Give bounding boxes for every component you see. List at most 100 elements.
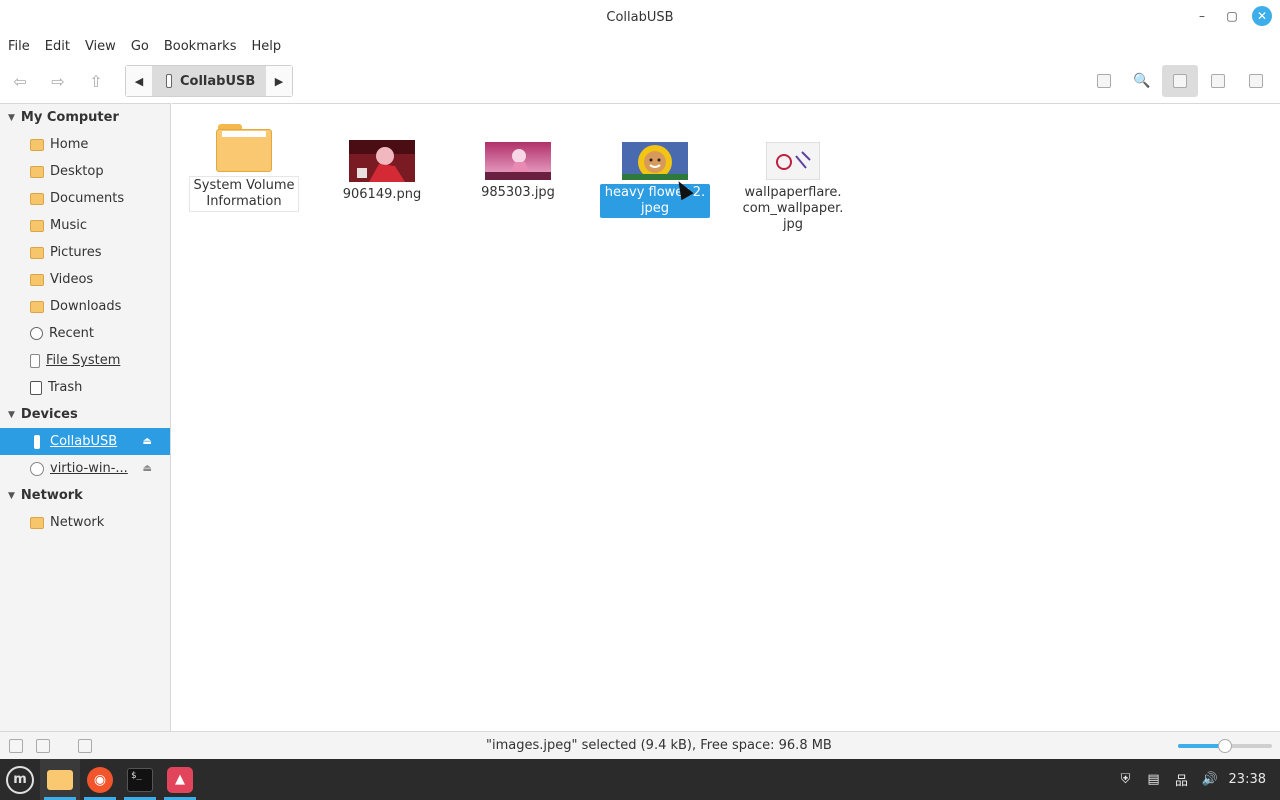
start-menu-button[interactable]: m: [0, 759, 40, 800]
sidebar-item-videos[interactable]: Videos: [0, 266, 170, 293]
usb-drive-icon: [34, 434, 40, 449]
menu-go[interactable]: Go: [131, 39, 149, 54]
title-bar: CollabUSB – ▢ ✕: [0, 0, 1280, 34]
file-name-line: 985303.jpg: [481, 185, 555, 200]
shield-icon[interactable]: ⛨: [1117, 771, 1135, 789]
taskbar-image-viewer-app[interactable]: ▲: [160, 759, 200, 800]
sidebar-item-file-system[interactable]: File System: [0, 347, 170, 374]
compact-view-button[interactable]: [1238, 65, 1274, 97]
sidebar-item-desktop[interactable]: Desktop: [0, 158, 170, 185]
file-name-line: Information: [206, 194, 282, 209]
desktop-folder-icon: [30, 165, 44, 178]
expand-triangle-icon: ▼: [8, 409, 15, 420]
sidebar-item-recent[interactable]: Recent: [0, 320, 170, 347]
file-name-line: com_wallpaper.: [742, 201, 844, 216]
sidebar-section-devices[interactable]: ▼ Devices: [0, 401, 170, 428]
file-item-wallpaperflare-jpg[interactable]: wallpaperflare. com_wallpaper. jpg: [738, 142, 848, 234]
sidebar-item-collabusb[interactable]: CollabUSB ⏏: [0, 428, 170, 455]
breadcrumb-label: CollabUSB: [180, 73, 256, 89]
file-name-line: jpg: [782, 217, 804, 232]
sidebar: ▼ My Computer Home Desktop Documents Mus…: [0, 103, 171, 731]
forward-button[interactable]: ⇨: [40, 63, 76, 99]
icon-view-icon: [1173, 74, 1187, 88]
file-name: System Volume Information: [189, 176, 299, 212]
sidebar-item-pictures[interactable]: Pictures: [0, 239, 170, 266]
network-icon[interactable]: 品: [1173, 771, 1191, 789]
pictures-folder-icon: [30, 246, 44, 259]
icon-view-button[interactable]: [1162, 65, 1198, 97]
file-name-line: System Volume: [193, 178, 295, 193]
file-item-985303-jpg[interactable]: 985303.jpg: [463, 142, 573, 202]
usb-drive-icon: [166, 74, 172, 88]
breadcrumb-collabusb[interactable]: CollabUSB: [152, 66, 266, 96]
image-thumbnail: [766, 142, 820, 180]
home-folder-icon: [30, 138, 44, 151]
file-name: 906149.png: [327, 186, 437, 204]
sidebar-item-label: Documents: [50, 191, 125, 206]
sidebar-item-trash[interactable]: Trash: [0, 374, 170, 401]
sidebar-item-label: Videos: [50, 272, 94, 287]
eject-icon[interactable]: ⏏: [143, 436, 152, 447]
taskbar-browser-app[interactable]: ◉: [80, 759, 120, 800]
sidebar-item-label: Downloads: [50, 299, 122, 314]
image-thumbnail: [622, 142, 688, 180]
terminal-icon: $_: [127, 767, 153, 792]
network-folder-icon: [30, 516, 44, 529]
section-title: Devices: [20, 407, 78, 422]
search-button[interactable]: 🔍: [1124, 65, 1160, 97]
sidebar-item-label: File System: [46, 353, 121, 368]
file-item-heavy-flower-2-jpeg[interactable]: heavy flower 2. jpeg: [600, 142, 710, 218]
menu-file[interactable]: File: [8, 39, 30, 54]
expand-triangle-icon: ▼: [8, 490, 15, 501]
maximize-button[interactable]: ▢: [1222, 6, 1242, 26]
file-name: wallpaperflare. com_wallpaper. jpg: [738, 184, 848, 234]
eject-icon[interactable]: ⏏: [143, 463, 152, 474]
up-button[interactable]: ⇧: [78, 63, 114, 99]
zoom-slider[interactable]: [1178, 739, 1272, 753]
sidebar-item-music[interactable]: Music: [0, 212, 170, 239]
hide-sidebar-button[interactable]: [74, 735, 96, 757]
sidebar-item-downloads[interactable]: Downloads: [0, 293, 170, 320]
sidebar-item-home[interactable]: Home: [0, 131, 170, 158]
list-view-icon: [1211, 74, 1225, 88]
sidebar-item-virtio-win[interactable]: virtio-win-... ⏏: [0, 455, 170, 482]
status-text: "images.jpeg" selected (9.4 kB), Free sp…: [486, 738, 832, 753]
file-view[interactable]: System Volume Information 906149.png 985…: [172, 103, 1280, 731]
taskbar-terminal-app[interactable]: $_: [120, 759, 160, 800]
menu-edit[interactable]: Edit: [45, 39, 70, 54]
sidebar-section-my-computer[interactable]: ▼ My Computer: [0, 104, 170, 131]
show-places-button[interactable]: [5, 735, 27, 757]
volume-icon[interactable]: 🔊: [1201, 771, 1219, 789]
file-name: 985303.jpg: [463, 184, 573, 202]
taskbar-files-app[interactable]: [40, 759, 80, 800]
menu-bookmarks[interactable]: Bookmarks: [164, 39, 237, 54]
list-view-button[interactable]: [1200, 65, 1236, 97]
show-treeview-button[interactable]: [32, 735, 54, 757]
image-viewer-icon: ▲: [167, 766, 193, 793]
path-right-button[interactable]: ▶: [266, 66, 292, 96]
sidebar-item-documents[interactable]: Documents: [0, 185, 170, 212]
breadcrumb: ◀ CollabUSB ▶: [125, 65, 293, 97]
toggle-location-button[interactable]: [1086, 65, 1122, 97]
file-name-line: wallpaperflare.: [744, 185, 842, 200]
sidebar-section-network[interactable]: ▼ Network: [0, 482, 170, 509]
sidebar-item-label: virtio-win-...: [50, 461, 128, 476]
zoom-handle[interactable]: [1218, 739, 1232, 753]
notes-icon[interactable]: ▤: [1145, 771, 1163, 789]
file-item-system-volume-information[interactable]: System Volume Information: [189, 124, 299, 212]
path-left-button[interactable]: ◀: [126, 66, 152, 96]
menu-help[interactable]: Help: [251, 39, 281, 54]
file-name-line: 906149.png: [342, 187, 422, 202]
section-title: Network: [20, 488, 83, 503]
sidebar-item-label: Home: [50, 137, 89, 152]
back-button[interactable]: ⇦: [2, 63, 38, 99]
sidebar-item-network[interactable]: Network: [0, 509, 170, 536]
close-button[interactable]: ✕: [1252, 6, 1272, 26]
file-item-906149-png[interactable]: 906149.png: [327, 140, 437, 204]
taskbar: m ◉ $_ ▲ ⛨ ▤ 品 🔊 23:38: [0, 759, 1280, 800]
sidebar-item-label: Network: [50, 515, 105, 530]
clock[interactable]: 23:38: [1229, 772, 1266, 787]
sidebar-item-label: Recent: [49, 326, 94, 341]
menu-view[interactable]: View: [85, 39, 116, 54]
minimize-button[interactable]: –: [1192, 6, 1212, 26]
